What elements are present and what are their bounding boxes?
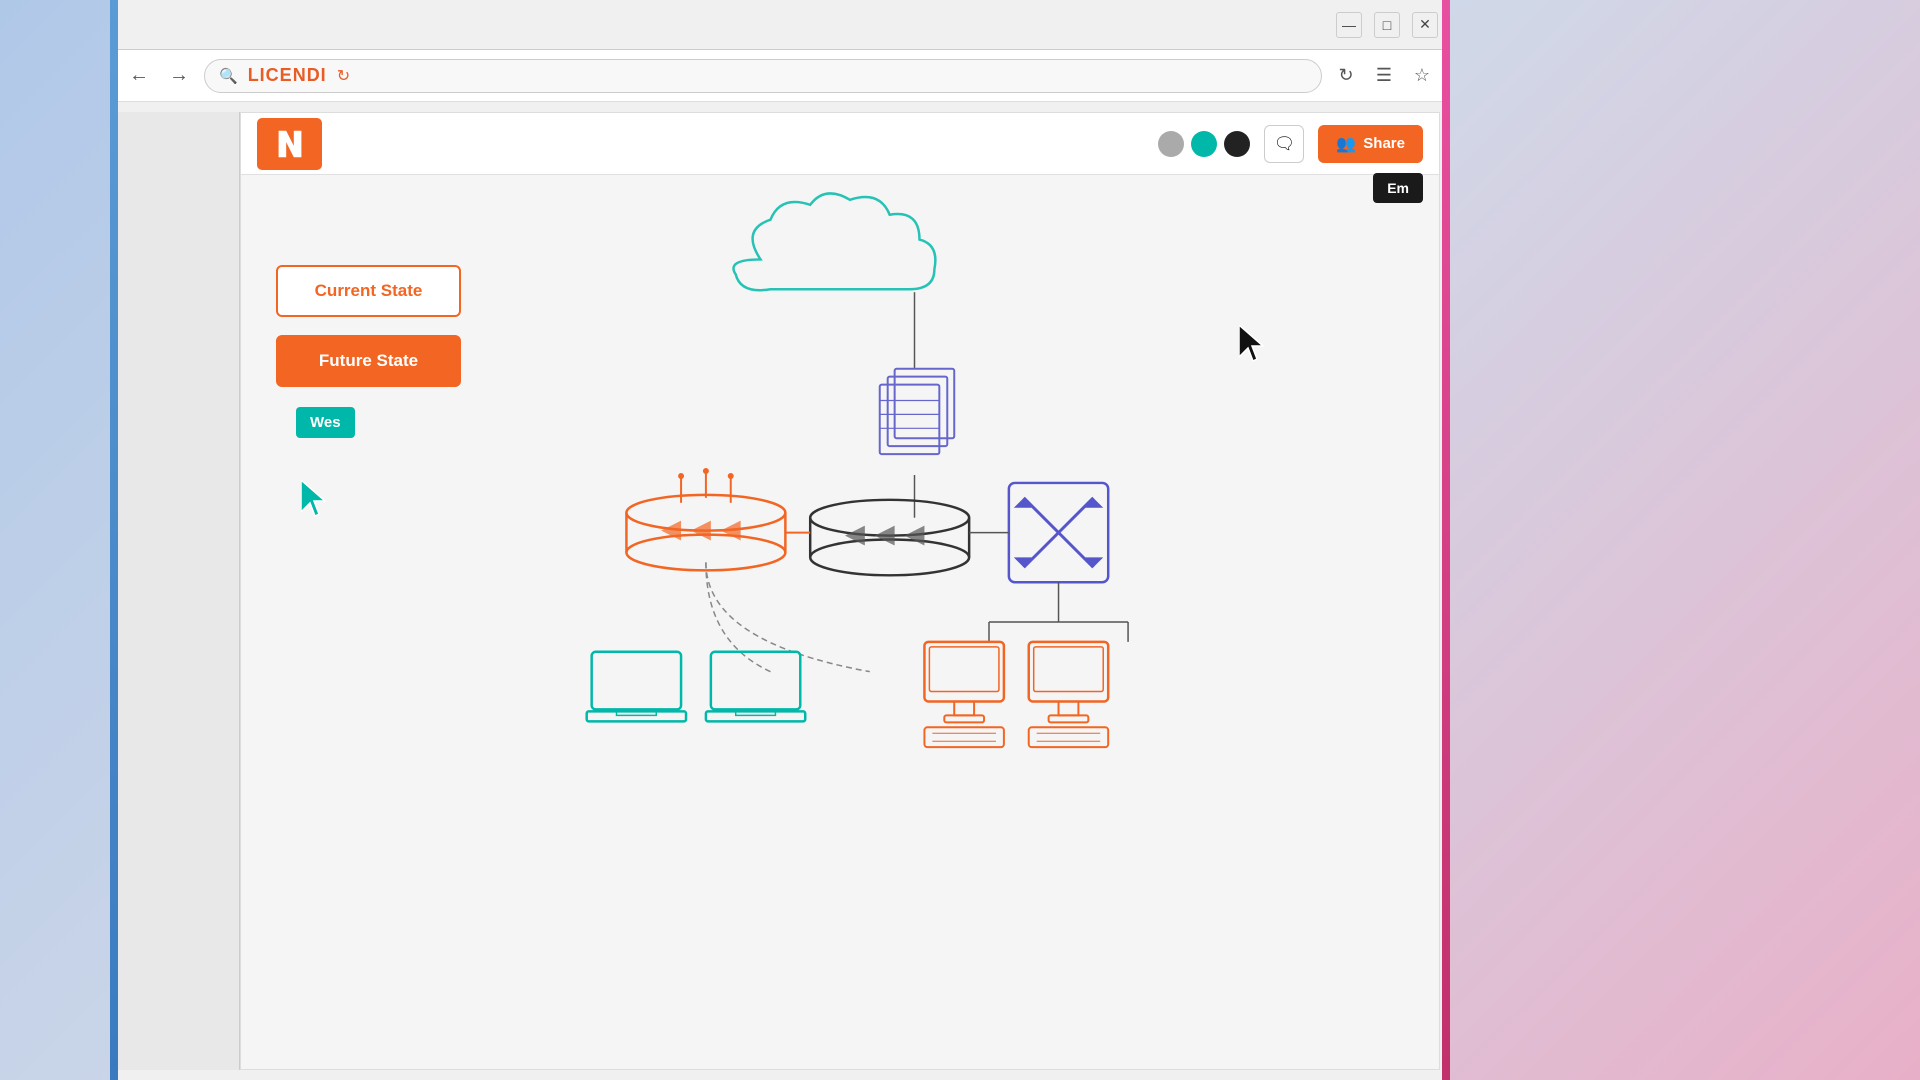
diagram-canvas: Current State Future State Wes bbox=[241, 175, 1439, 1069]
share-button[interactable]: 👥 Share bbox=[1318, 125, 1423, 163]
color-dot-black[interactable] bbox=[1224, 131, 1250, 157]
comment-icon: 🗨 bbox=[1274, 134, 1296, 154]
search-icon: 🔍 bbox=[219, 67, 238, 85]
brand-logo: LICENDI bbox=[248, 65, 327, 86]
minimize-button[interactable]: — bbox=[1336, 12, 1362, 38]
lucid-logo[interactable] bbox=[257, 118, 322, 170]
maximize-button[interactable]: □ bbox=[1374, 12, 1400, 38]
color-dot-gray[interactable] bbox=[1158, 131, 1184, 157]
bookmark-button[interactable]: ☆ bbox=[1408, 62, 1436, 90]
close-button[interactable]: ✕ bbox=[1412, 12, 1438, 38]
color-dots bbox=[1158, 131, 1250, 157]
cursor-arrow bbox=[301, 480, 331, 525]
cursor-main bbox=[1239, 325, 1269, 370]
em-tooltip: Em bbox=[1373, 173, 1423, 203]
color-dot-teal[interactable] bbox=[1191, 131, 1217, 157]
comment-button[interactable]: 🗨 bbox=[1264, 125, 1304, 163]
network-diagram bbox=[241, 175, 1439, 1069]
share-people-icon: 👥 bbox=[1336, 134, 1356, 154]
reload-button[interactable]: ↻ bbox=[1332, 62, 1360, 90]
lucid-logo-icon bbox=[271, 125, 309, 163]
menu-button[interactable]: ☰ bbox=[1370, 62, 1398, 90]
forward-button[interactable]: → bbox=[164, 61, 194, 91]
address-bar[interactable]: 🔍 LICENDI ↻ bbox=[204, 59, 1322, 93]
back-button[interactable]: ← bbox=[124, 61, 154, 91]
brand-arrow-icon: ↻ bbox=[337, 66, 350, 86]
